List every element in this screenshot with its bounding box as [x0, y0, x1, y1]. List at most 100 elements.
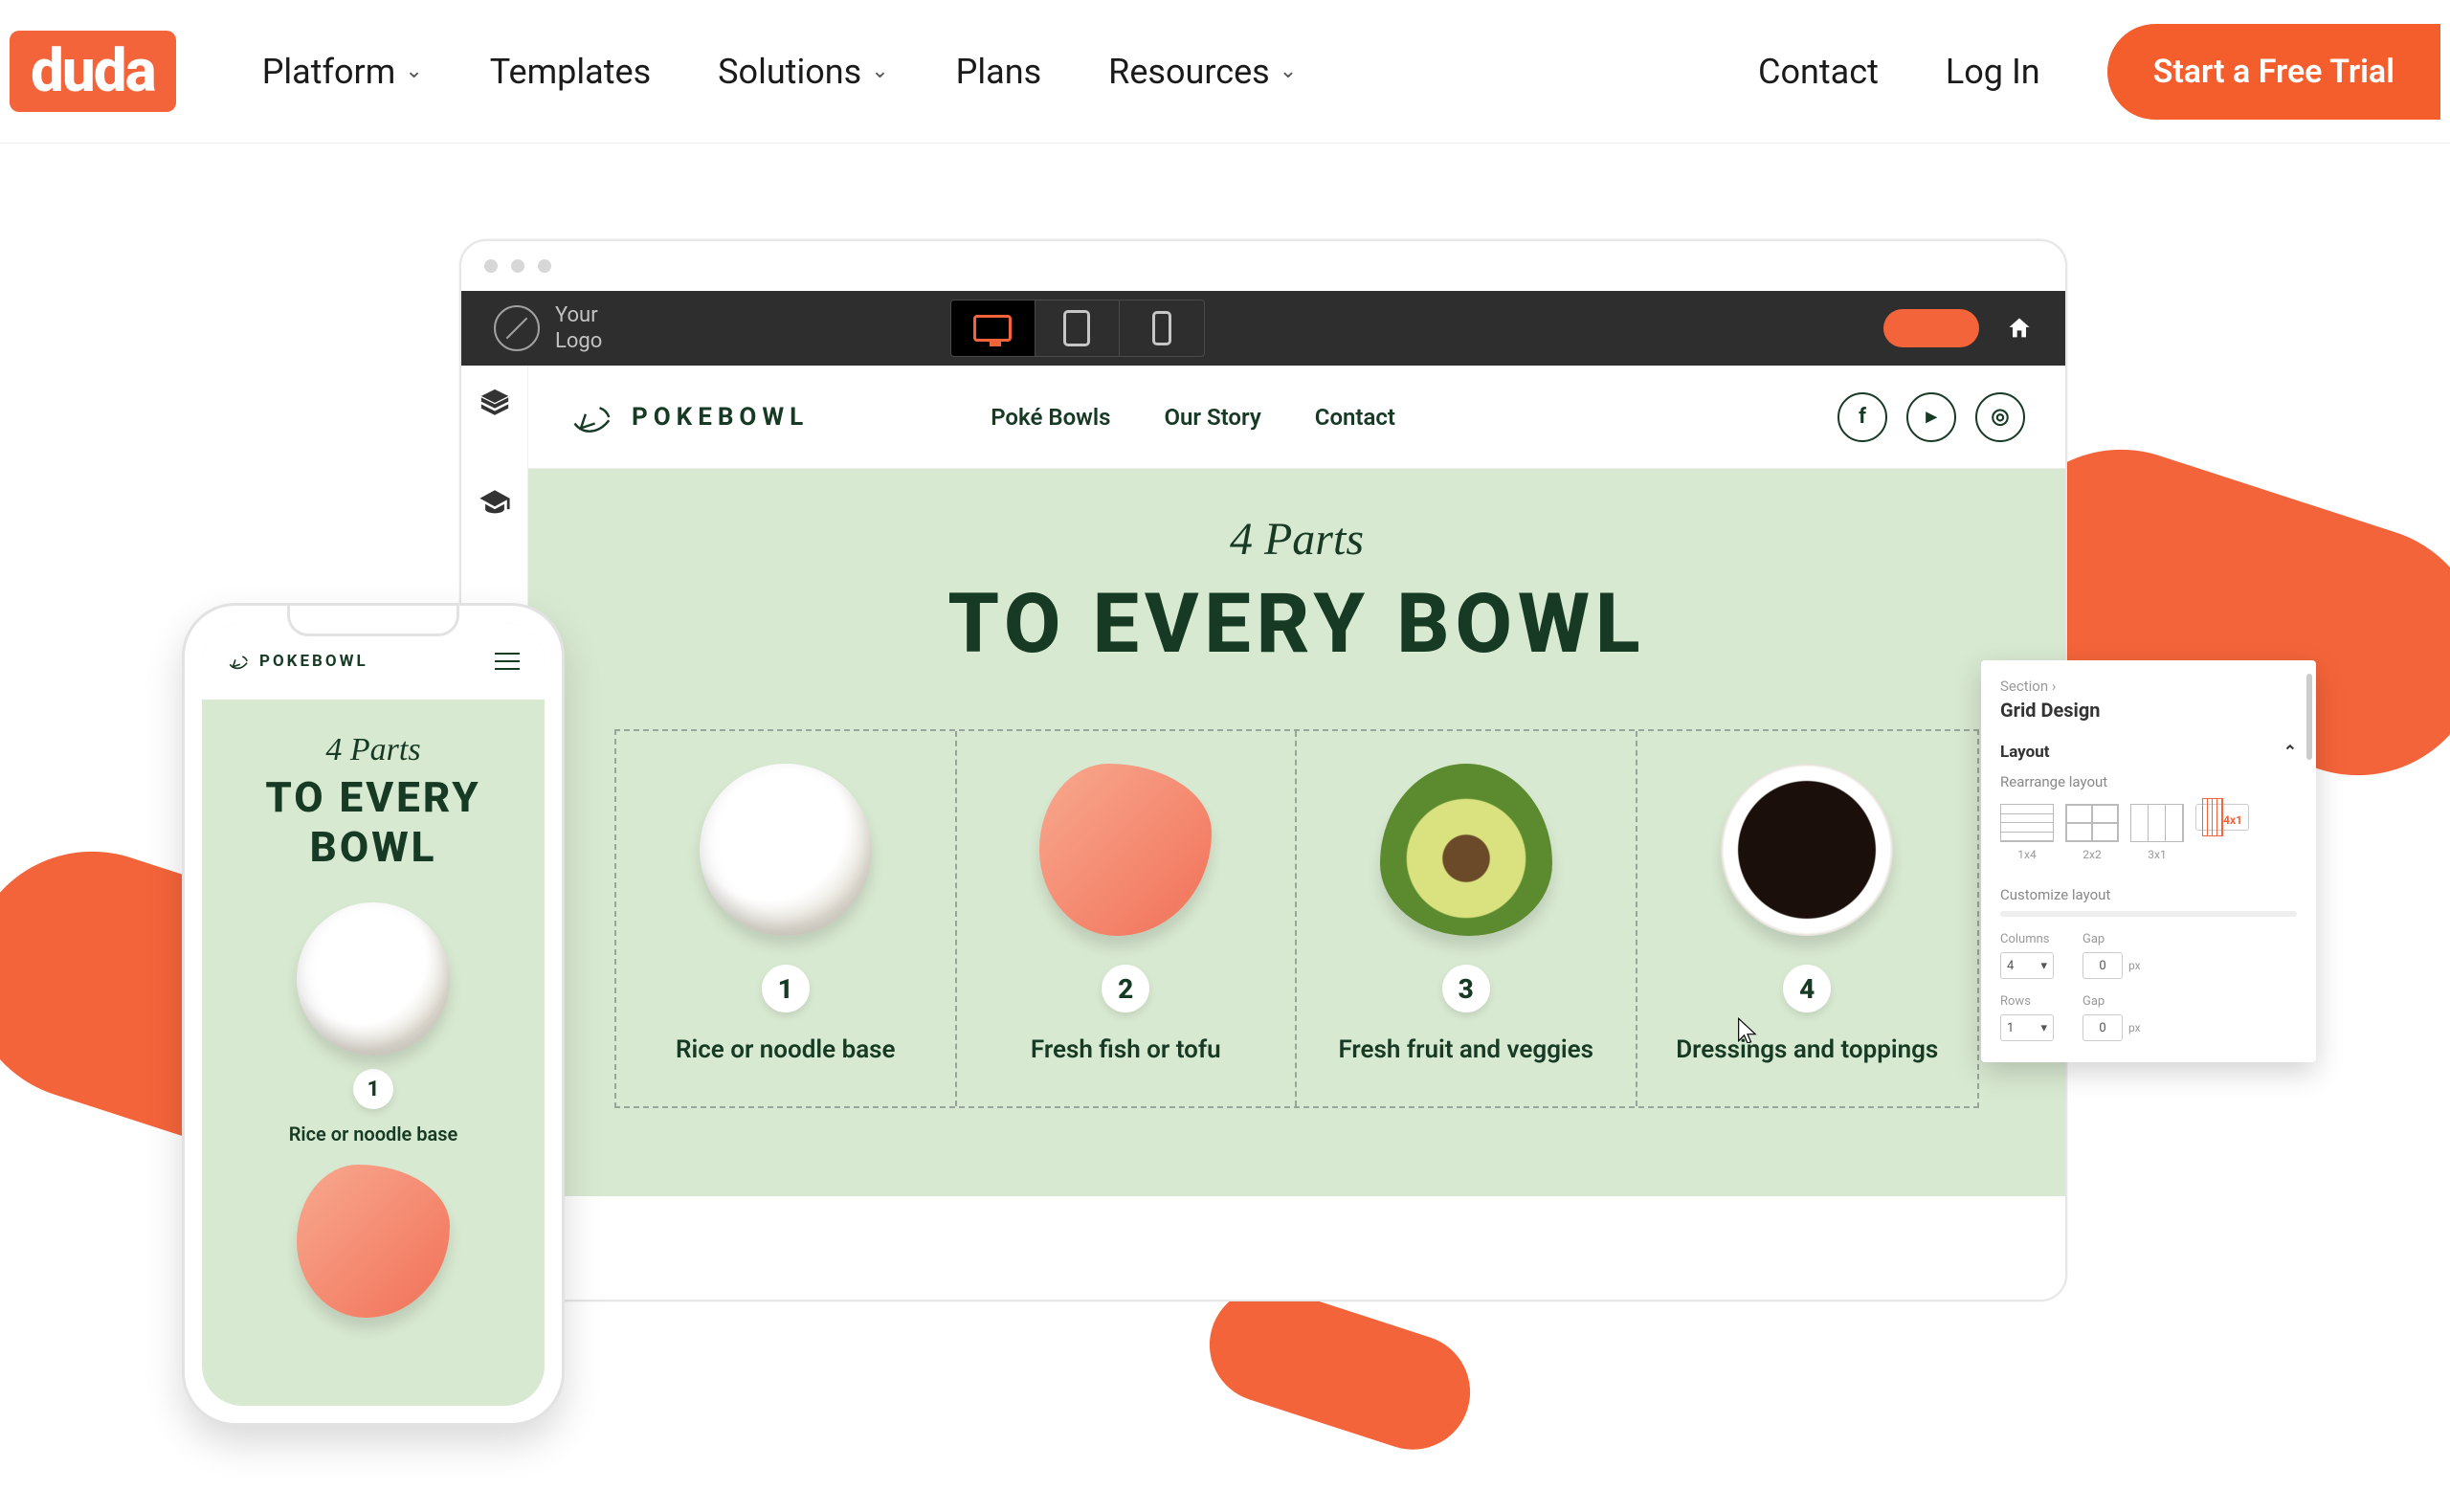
nav-label: Platform [262, 52, 396, 92]
columns-group: Columns 4▾ [2000, 932, 2054, 979]
gap-unit: px [2128, 1021, 2141, 1034]
site-logo[interactable]: POKEBOWL [568, 392, 809, 442]
gap-label: Gap [2082, 932, 2141, 946]
card-number: 1 [762, 965, 810, 1012]
window-titlebar [461, 241, 2065, 291]
tablet-icon [1063, 310, 1090, 346]
nav-label: Plans [956, 52, 1042, 92]
home-icon[interactable] [2006, 315, 2033, 342]
phone-food-image-rice [297, 902, 450, 1056]
divider [2000, 911, 2297, 917]
grid-card[interactable]: 2 Fresh fish or tofu [957, 731, 1298, 1106]
traffic-light-icon [538, 259, 551, 273]
layout-option-2x2[interactable]: 2x2 [2065, 804, 2119, 861]
site-nav: Poké Bowls Our Story Contact [991, 404, 1395, 431]
panel-title: Grid Design [2000, 699, 2297, 722]
nav-templates[interactable]: Templates [490, 52, 651, 92]
traffic-light-icon [511, 259, 524, 273]
phone-site-logo[interactable]: POKEBOWL [227, 649, 368, 674]
site-canvas[interactable]: POKEBOWL Poké Bowls Our Story Contact f … [528, 366, 2065, 1300]
device-switcher [950, 300, 1205, 357]
instagram-icon[interactable]: ◎ [1975, 392, 2025, 442]
editor-toolbar: YourLogo [461, 291, 2065, 366]
editor-window: YourLogo POKEBOWL [459, 239, 2067, 1301]
site-nav-item[interactable]: Poké Bowls [991, 404, 1110, 431]
phone-hero-supertitle: 4 Parts [202, 732, 545, 768]
chevron-up-icon: ⌃ [2283, 743, 2297, 762]
hero-section[interactable]: 4 Parts TO EVERY BOWL 1 Rice or noodle b… [528, 469, 2065, 1196]
device-desktop-tab[interactable] [951, 300, 1036, 356]
desktop-icon [973, 315, 1012, 342]
gap-label: Gap [2082, 994, 2141, 1009]
layers-icon[interactable] [479, 387, 511, 419]
hamburger-icon[interactable] [495, 653, 520, 670]
nav-label: Templates [490, 52, 651, 92]
nav-platform[interactable]: Platform⌄ [262, 52, 423, 92]
youtube-icon[interactable]: ▸ [1906, 392, 1956, 442]
fish-icon [227, 649, 252, 674]
nav-plans[interactable]: Plans [956, 52, 1042, 92]
gap-input[interactable]: 0 [2082, 1014, 2123, 1041]
design-panel[interactable]: Section › Grid Design Layout ⌃ Rearrange… [1981, 660, 2316, 1062]
hero-supertitle: 4 Parts [567, 513, 2027, 566]
food-image-avocado [1380, 764, 1552, 936]
nav-label: Resources [1108, 52, 1270, 92]
device-tablet-tab[interactable] [1036, 300, 1120, 356]
top-nav: duda Platform⌄ Templates Solutions⌄ Plan… [0, 0, 2450, 144]
chevron-down-icon: ▾ [2040, 1021, 2047, 1035]
start-free-trial-button[interactable]: Start a Free Trial [2107, 24, 2440, 120]
rows-group: Rows 1▾ [2000, 994, 2054, 1041]
rows-label: Rows [2000, 994, 2054, 1009]
card-caption: Fresh fruit and veggies [1314, 1035, 1618, 1064]
phone-food-image-salmon [297, 1165, 450, 1318]
card-number: 4 [1783, 965, 1831, 1012]
columns-select[interactable]: 4▾ [2000, 952, 2054, 979]
traffic-light-icon [484, 259, 498, 273]
grid-card[interactable]: 1 Rice or noodle base [616, 731, 957, 1106]
nav-contact[interactable]: Contact [1758, 52, 1879, 92]
facebook-icon[interactable]: f [1838, 392, 1887, 442]
card-caption: Rice or noodle base [634, 1035, 938, 1064]
customize-label: Customize layout [2000, 886, 2297, 903]
layout-caption: 3x1 [2130, 848, 2184, 861]
layout-option-4x1[interactable]: 4x1 [2195, 804, 2249, 831]
logo-placeholder-icon [494, 305, 540, 351]
graduation-cap-icon[interactable] [479, 486, 511, 519]
layout-option-1x4[interactable]: 1x4 [2000, 804, 2054, 861]
site-nav-item[interactable]: Our Story [1164, 404, 1260, 431]
grid-card[interactable]: 4 Dressings and toppings [1637, 731, 1978, 1106]
nav-solutions[interactable]: Solutions⌄ [718, 52, 888, 92]
layout-option-3x1[interactable]: 3x1 [2130, 804, 2184, 861]
nav-login[interactable]: Log In [1946, 52, 2040, 92]
site-nav-item[interactable]: Contact [1315, 404, 1395, 431]
gap-group: Gap 0 px [2082, 932, 2141, 979]
hero-stage: YourLogo POKEBOWL [0, 144, 2450, 1512]
nav-resources[interactable]: Resources ⌄ [1108, 52, 1297, 92]
layout-caption: 1x4 [2000, 848, 2054, 861]
grid-card[interactable]: 3 Fresh fruit and veggies [1297, 731, 1637, 1106]
phone-icon [1152, 311, 1171, 345]
phone-card-caption: Rice or noodle base [202, 1123, 545, 1145]
phone-mockup: POKEBOWL 4 Parts TO EVERY BOWL 1 Rice or… [182, 603, 565, 1426]
phone-brand-text: POKEBOWL [259, 652, 368, 671]
social-links: f ▸ ◎ [1838, 392, 2025, 442]
layout-caption: 4x1 [2223, 813, 2242, 827]
nav-label: Solutions [718, 52, 861, 92]
gap-unit: px [2128, 959, 2141, 972]
panel-section-header[interactable]: Layout ⌃ [2000, 743, 2297, 762]
card-caption: Fresh fish or tofu [974, 1035, 1279, 1064]
panel-breadcrumb[interactable]: Section › [2000, 678, 2297, 695]
panel-scrollbar[interactable] [2306, 674, 2312, 760]
rows-select[interactable]: 1▾ [2000, 1014, 2054, 1041]
device-phone-tab[interactable] [1120, 300, 1204, 356]
your-logo-placeholder[interactable]: YourLogo [494, 302, 602, 355]
grid-cards[interactable]: 1 Rice or noodle base 2 Fresh fish or to… [614, 729, 1979, 1108]
publish-button[interactable] [1883, 309, 1979, 347]
site-header: POKEBOWL Poké Bowls Our Story Contact f … [528, 366, 2065, 469]
cursor-icon [1734, 1016, 1761, 1043]
layout-options: 1x4 2x2 3x1 4x1 [2000, 804, 2297, 861]
chevron-down-icon: ⌄ [1280, 59, 1297, 83]
brand-logo[interactable]: duda [10, 31, 176, 112]
gap-input[interactable]: 0 [2082, 952, 2123, 979]
site-brand-text: POKEBOWL [632, 403, 809, 432]
